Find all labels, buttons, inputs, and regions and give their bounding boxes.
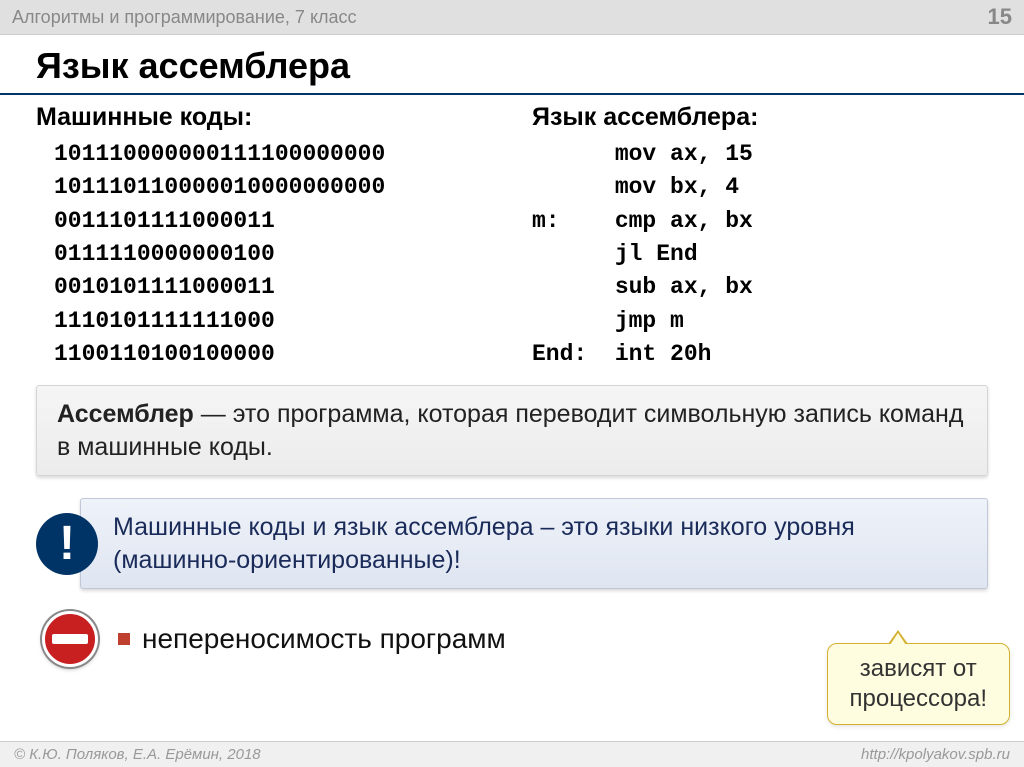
header-subject: Алгоритмы и программирование, 7 класс [12, 7, 357, 28]
footer-bar: © К.Ю. Поляков, Е.А. Ерёмин, 2018 http:/… [0, 741, 1024, 767]
footer-copyright: © К.Ю. Поляков, Е.А. Ерёмин, 2018 [14, 746, 261, 763]
drawback-text: непереносимость программ [142, 623, 506, 655]
callout-line2: процессора! [850, 685, 988, 712]
assembly-listing: mov ax, 15 mov bx, 4 m: cmp ax, bx jl En… [532, 138, 1008, 371]
code-comparison: Машинные коды: 101110000000111100000000 … [36, 103, 988, 371]
no-entry-icon [42, 611, 98, 667]
info-callout: ! Машинные коды и язык ассемблера – это … [36, 498, 988, 589]
header-bar: Алгоритмы и программирование, 7 класс 15 [0, 0, 1024, 35]
machine-code-listing: 101110000000111100000000 101110110000010… [36, 138, 512, 371]
info-text: Машинные коды и язык ассемблера – это яз… [80, 498, 988, 589]
assembly-header: Язык ассемблера: [532, 103, 1008, 132]
machine-code-column: Машинные коды: 101110000000111100000000 … [36, 103, 512, 371]
definition-term: Ассемблер [57, 400, 194, 428]
definition-box: Ассемблер — это программа, которая перев… [36, 385, 988, 476]
slide-title: Язык ассемблера [0, 35, 1024, 95]
machine-code-header: Машинные коды: [36, 103, 512, 132]
footer-url: http://kpolyakov.spb.ru [861, 746, 1010, 763]
page-number: 15 [988, 4, 1012, 30]
definition-text: — это программа, которая переводит симво… [57, 400, 963, 461]
bullet-square-icon [118, 633, 130, 645]
assembly-column: Язык ассемблера: mov ax, 15 mov bx, 4 m:… [532, 103, 1008, 371]
speech-callout: зависят от процессора! [827, 643, 1011, 725]
exclamation-icon: ! [36, 513, 98, 575]
callout-line1: зависят от [860, 655, 977, 682]
